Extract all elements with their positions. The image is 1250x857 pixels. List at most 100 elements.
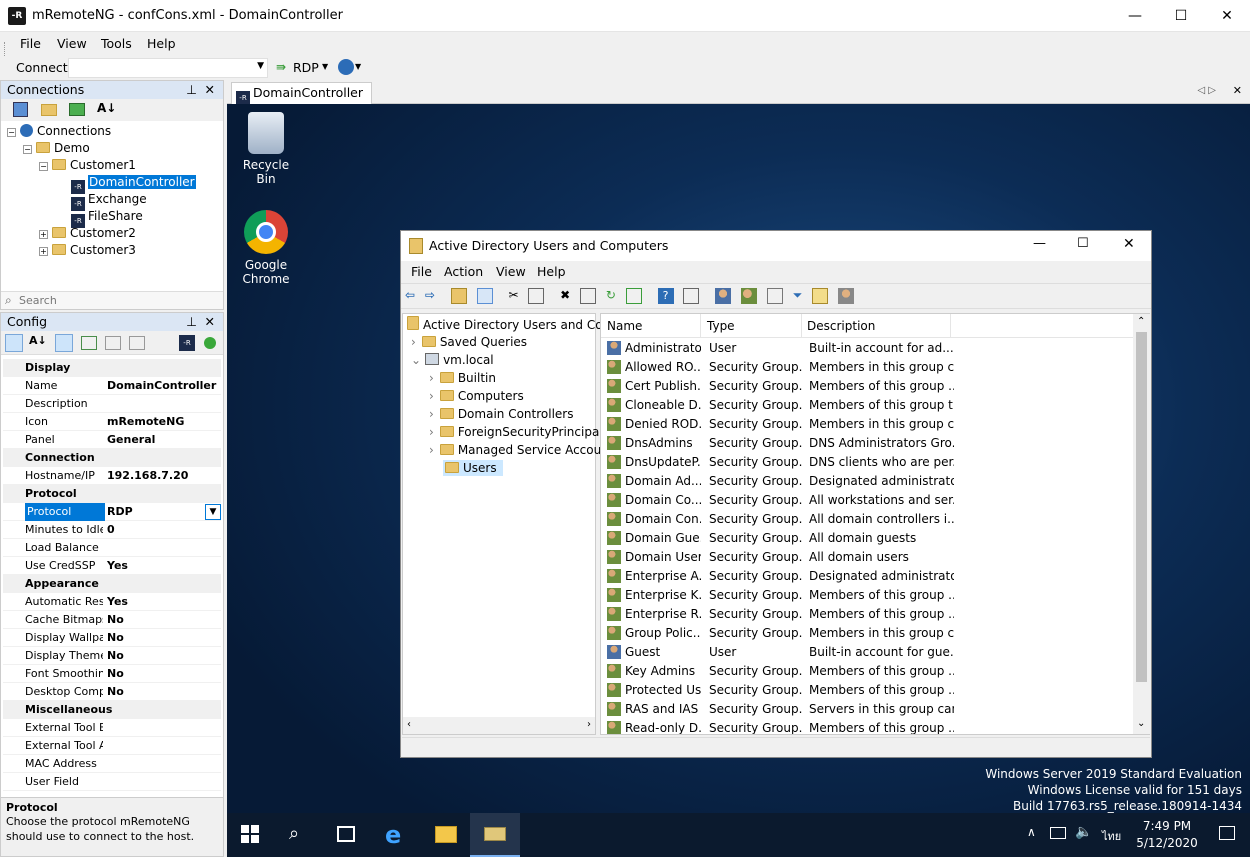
- tree-folder-customer1[interactable]: − Customer1: [39, 157, 136, 173]
- prop-autoresize[interactable]: Automatic Resi Yes: [3, 593, 221, 611]
- ad-tree-fsp[interactable]: › ForeignSecurityPrincipals: [429, 424, 609, 440]
- inheritance-icon[interactable]: [81, 336, 97, 350]
- ad-tree-msa[interactable]: › Managed Service Accour: [429, 442, 606, 458]
- refresh-icon[interactable]: ↻: [606, 288, 616, 304]
- ad-tree-hscrollbar[interactable]: ‹ ›: [403, 717, 595, 734]
- language-indicator[interactable]: ไทย: [1102, 827, 1121, 845]
- default-properties-icon[interactable]: [105, 336, 121, 350]
- tree-folder-demo[interactable]: − Demo: [23, 140, 90, 156]
- ad-menu-help[interactable]: Help: [537, 264, 566, 279]
- chevron-down-icon[interactable]: ▼: [322, 62, 328, 71]
- properties-icon[interactable]: [55, 334, 73, 352]
- prop-themes[interactable]: Display Theme No: [3, 647, 221, 665]
- prop-exttool-after[interactable]: External Tool A: [3, 737, 221, 755]
- prop-description[interactable]: Description: [3, 395, 221, 413]
- new-ou-icon[interactable]: [766, 288, 783, 304]
- new-connection-icon[interactable]: [13, 102, 28, 117]
- alphabetical-icon[interactable]: A↓: [29, 334, 47, 347]
- clock[interactable]: 7:49 PM 5/12/2020: [1132, 818, 1202, 852]
- ad-tree-builtin[interactable]: › Builtin: [429, 370, 496, 386]
- prop-desktopcomp[interactable]: Desktop Comp No: [3, 683, 221, 701]
- properties-icon[interactable]: [580, 288, 597, 304]
- ad-taskbar-button[interactable]: [470, 813, 520, 857]
- task-view-icon[interactable]: [337, 826, 355, 842]
- ad-tree-domain[interactable]: ⌄ vm.local: [411, 352, 494, 368]
- table-row[interactable]: Enterprise A... Security Group... Designat…: [605, 567, 1133, 586]
- ad-tree-users[interactable]: Users: [443, 460, 503, 476]
- table-row[interactable]: Read-only D... Security Group... Members o…: [605, 719, 1133, 734]
- globe-icon[interactable]: [338, 59, 354, 75]
- tree-item-exchange[interactable]: -R Exchange: [71, 191, 147, 211]
- sort-icon[interactable]: A↓: [97, 101, 116, 115]
- pin-icon[interactable]: ⊥: [186, 313, 197, 331]
- table-row[interactable]: Domain Gue... Security Group... All domain…: [605, 529, 1133, 548]
- prop-loadbalance[interactable]: Load Balance Ir: [3, 539, 221, 557]
- chevron-down-icon[interactable]: ▼: [205, 504, 221, 520]
- scroll-left-icon[interactable]: ‹: [407, 719, 411, 730]
- close-tab-icon[interactable]: ✕: [1233, 84, 1242, 97]
- protocol-dropdown[interactable]: RDP: [293, 60, 319, 75]
- search-box[interactable]: ⌕ Search: [1, 291, 223, 309]
- connect-arrow-icon[interactable]: ⇛: [276, 60, 286, 74]
- category-display[interactable]: Display: [3, 359, 221, 377]
- back-icon[interactable]: ⇦: [405, 288, 415, 304]
- close-icon[interactable]: ✕: [205, 313, 215, 331]
- table-row[interactable]: Domain Con... Security Group... All domain…: [605, 510, 1133, 529]
- chrome-shortcut[interactable]: Google Chrome: [232, 210, 300, 286]
- table-row[interactable]: DnsUpdateP... Security Group... DNS client…: [605, 453, 1133, 472]
- ad-tree-saved-queries[interactable]: › Saved Queries: [411, 334, 527, 350]
- ad-minimize-button[interactable]: —: [1033, 236, 1046, 251]
- prop-protocol[interactable]: Protocol RDP ▼: [3, 503, 221, 521]
- action-pane-icon[interactable]: [683, 288, 700, 304]
- forward-icon[interactable]: ⇨: [425, 288, 435, 304]
- ad-menu-action[interactable]: Action: [444, 264, 483, 279]
- table-row[interactable]: Protected Us... Security Group... Members …: [605, 681, 1133, 700]
- table-row[interactable]: Group Polic... Security Group... Members i…: [605, 624, 1133, 643]
- table-row[interactable]: Key Admins Security Group... Members of th…: [605, 662, 1133, 681]
- search-icon[interactable]: ⌕: [289, 823, 299, 844]
- show-tree-icon[interactable]: [476, 288, 493, 304]
- export-list-icon[interactable]: [625, 288, 642, 304]
- tree-item-domaincontroller[interactable]: -R DomainController: [71, 174, 196, 194]
- icon-picker-icon[interactable]: -R: [179, 335, 195, 351]
- ad-maximize-button[interactable]: ☐: [1077, 236, 1089, 251]
- categorized-icon[interactable]: [5, 334, 23, 352]
- start-icon[interactable]: [241, 825, 259, 843]
- chevron-up-icon[interactable]: ∧: [1027, 825, 1036, 839]
- scroll-up-icon[interactable]: ⌃: [1137, 316, 1145, 327]
- menu-tools[interactable]: Tools: [101, 36, 132, 51]
- category-connection[interactable]: Connection: [3, 449, 221, 467]
- up-folder-icon[interactable]: [450, 288, 467, 304]
- tree-folder-customer2[interactable]: + Customer2: [39, 225, 136, 241]
- scroll-thumb[interactable]: [1136, 332, 1147, 682]
- ad-close-button[interactable]: ✕: [1123, 236, 1135, 252]
- column-description[interactable]: Description: [807, 319, 875, 333]
- filter-icon[interactable]: ⏷: [793, 288, 803, 304]
- delete-icon[interactable]: ✖: [560, 288, 570, 304]
- table-row[interactable]: Denied ROD... Security Group... Members in…: [605, 415, 1133, 434]
- table-row[interactable]: Cert Publish... Security Group... Members …: [605, 377, 1133, 396]
- cut-icon[interactable]: ✂: [508, 288, 518, 304]
- add-to-group-icon[interactable]: [838, 288, 854, 304]
- prop-exttool-before[interactable]: External Tool B: [3, 719, 221, 737]
- column-name[interactable]: Name: [607, 319, 642, 333]
- prop-icon[interactable]: Icon mRemoteNG: [3, 413, 221, 431]
- maximize-button[interactable]: ☐: [1158, 0, 1204, 31]
- chevron-down-icon[interactable]: ▼: [355, 62, 361, 71]
- menu-file[interactable]: File: [20, 36, 41, 51]
- scroll-right-icon[interactable]: ›: [587, 719, 591, 730]
- ad-tree-domain-controllers[interactable]: › Domain Controllers: [429, 406, 573, 422]
- search-input[interactable]: Search: [19, 294, 57, 307]
- menu-view[interactable]: View: [57, 36, 87, 51]
- default-inheritance-icon[interactable]: [129, 336, 145, 350]
- new-folder-icon[interactable]: [41, 104, 57, 116]
- category-protocol[interactable]: Protocol: [3, 485, 221, 503]
- table-row[interactable]: Administrator User Built-in account for ad…: [605, 339, 1133, 358]
- connect-input[interactable]: ▼: [68, 58, 268, 78]
- list-vscrollbar[interactable]: ⌃ ⌄: [1133, 314, 1150, 734]
- table-row[interactable]: Domain Users Security Group... All domain …: [605, 548, 1133, 567]
- notification-icon[interactable]: [1219, 826, 1235, 840]
- ad-tree-root[interactable]: Active Directory Users and Com: [407, 316, 614, 332]
- column-type[interactable]: Type: [707, 319, 735, 333]
- prop-userfield[interactable]: User Field: [3, 773, 221, 791]
